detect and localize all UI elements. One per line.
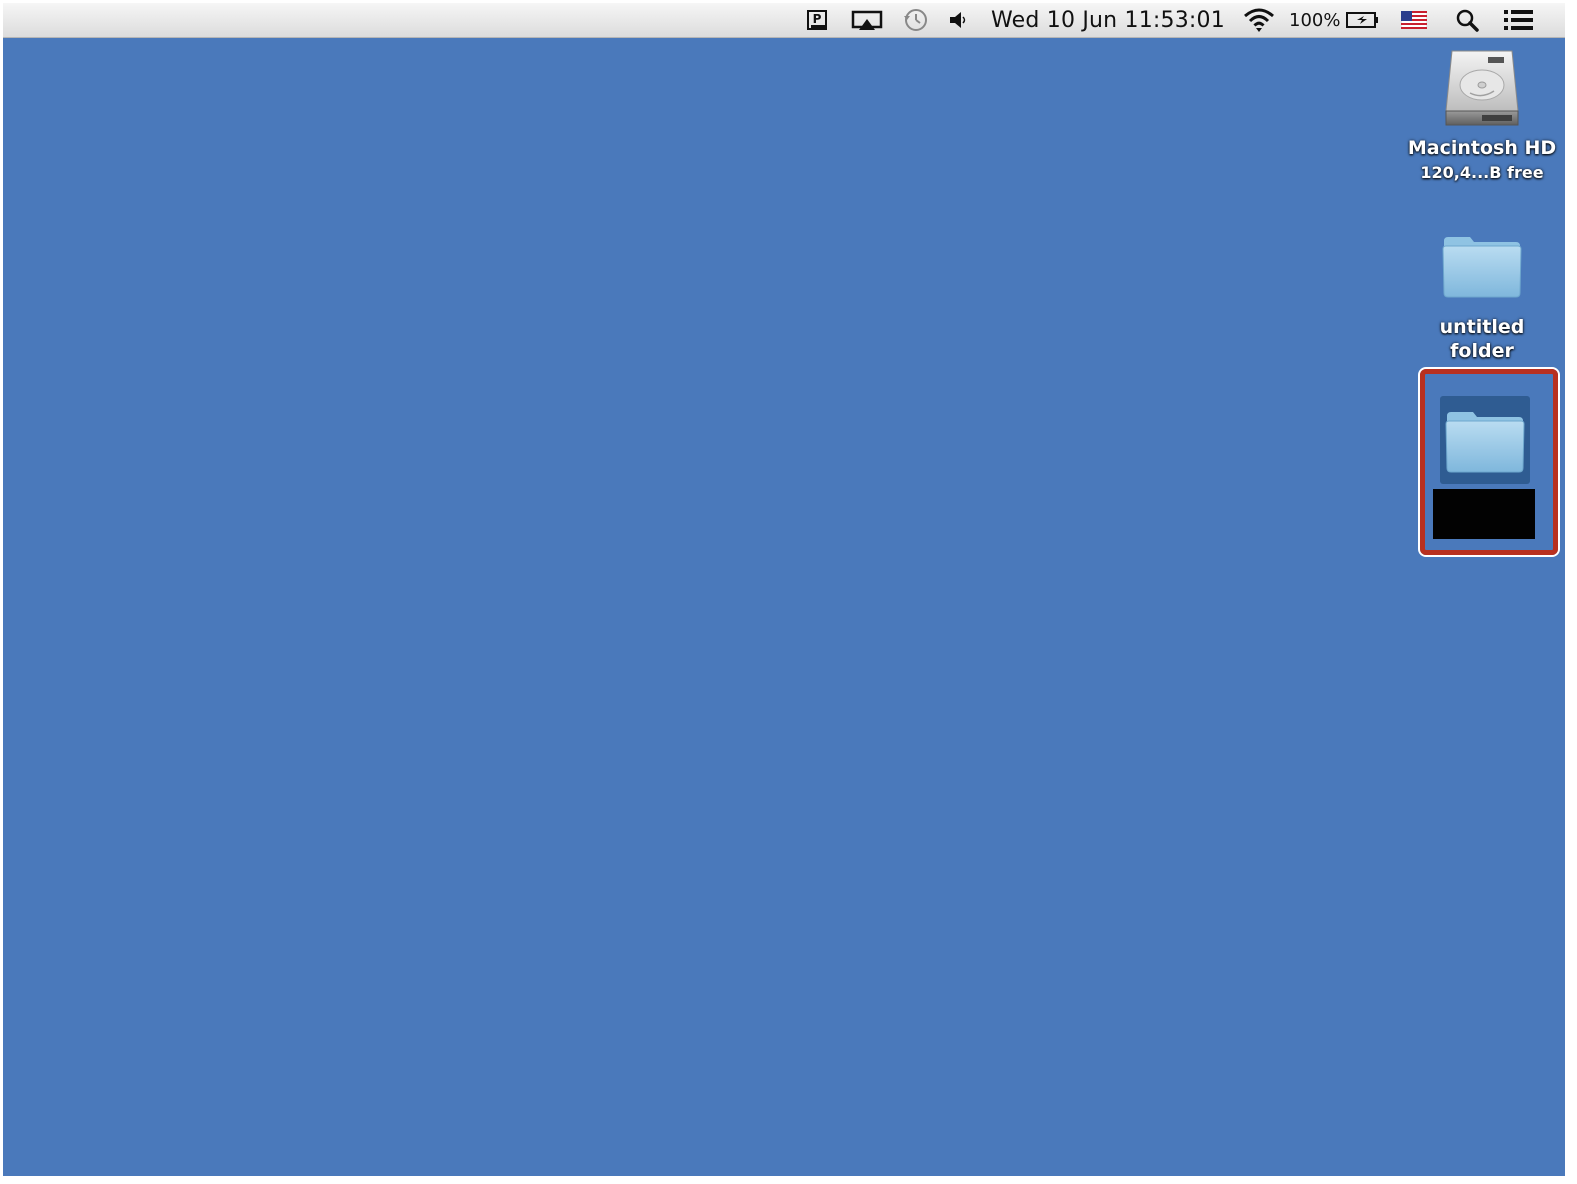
hard-drive-icon	[1442, 47, 1522, 131]
menu-bar: P Wed 10 Jun 11:53:01 100%	[3, 3, 1565, 38]
airplay-icon[interactable]	[849, 3, 885, 37]
battery-charging-icon[interactable]	[1343, 3, 1383, 37]
macintosh-hd-free-space: 120,4...B free	[1420, 163, 1544, 182]
wifi-icon[interactable]	[1241, 3, 1277, 37]
us-flag-icon[interactable]	[1399, 3, 1429, 37]
desktop-screen: P Wed 10 Jun 11:53:01 100% Macintosh HD …	[3, 3, 1565, 1176]
highlight-box	[1420, 369, 1558, 555]
time-machine-icon[interactable]	[901, 3, 931, 37]
desktop-icon-untitled-folder[interactable]: untitled folder	[1407, 231, 1557, 363]
notification-center-icon[interactable]	[1501, 3, 1537, 37]
volume-icon[interactable]	[945, 3, 971, 37]
svg-text:P: P	[813, 12, 822, 26]
untitled-folder-label: untitled folder	[1439, 316, 1525, 362]
spotlight-search-icon[interactable]	[1453, 3, 1481, 37]
desktop-icon-macintosh-hd[interactable]: Macintosh HD 120,4...B free	[1407, 47, 1557, 182]
macintosh-hd-label: Macintosh HD	[1407, 137, 1557, 159]
folder-icon	[1440, 231, 1524, 301]
pocket-p-icon[interactable]: P	[805, 3, 829, 37]
battery-percentage[interactable]: 100%	[1289, 3, 1341, 37]
menu-clock[interactable]: Wed 10 Jun 11:53:01	[991, 3, 1231, 37]
